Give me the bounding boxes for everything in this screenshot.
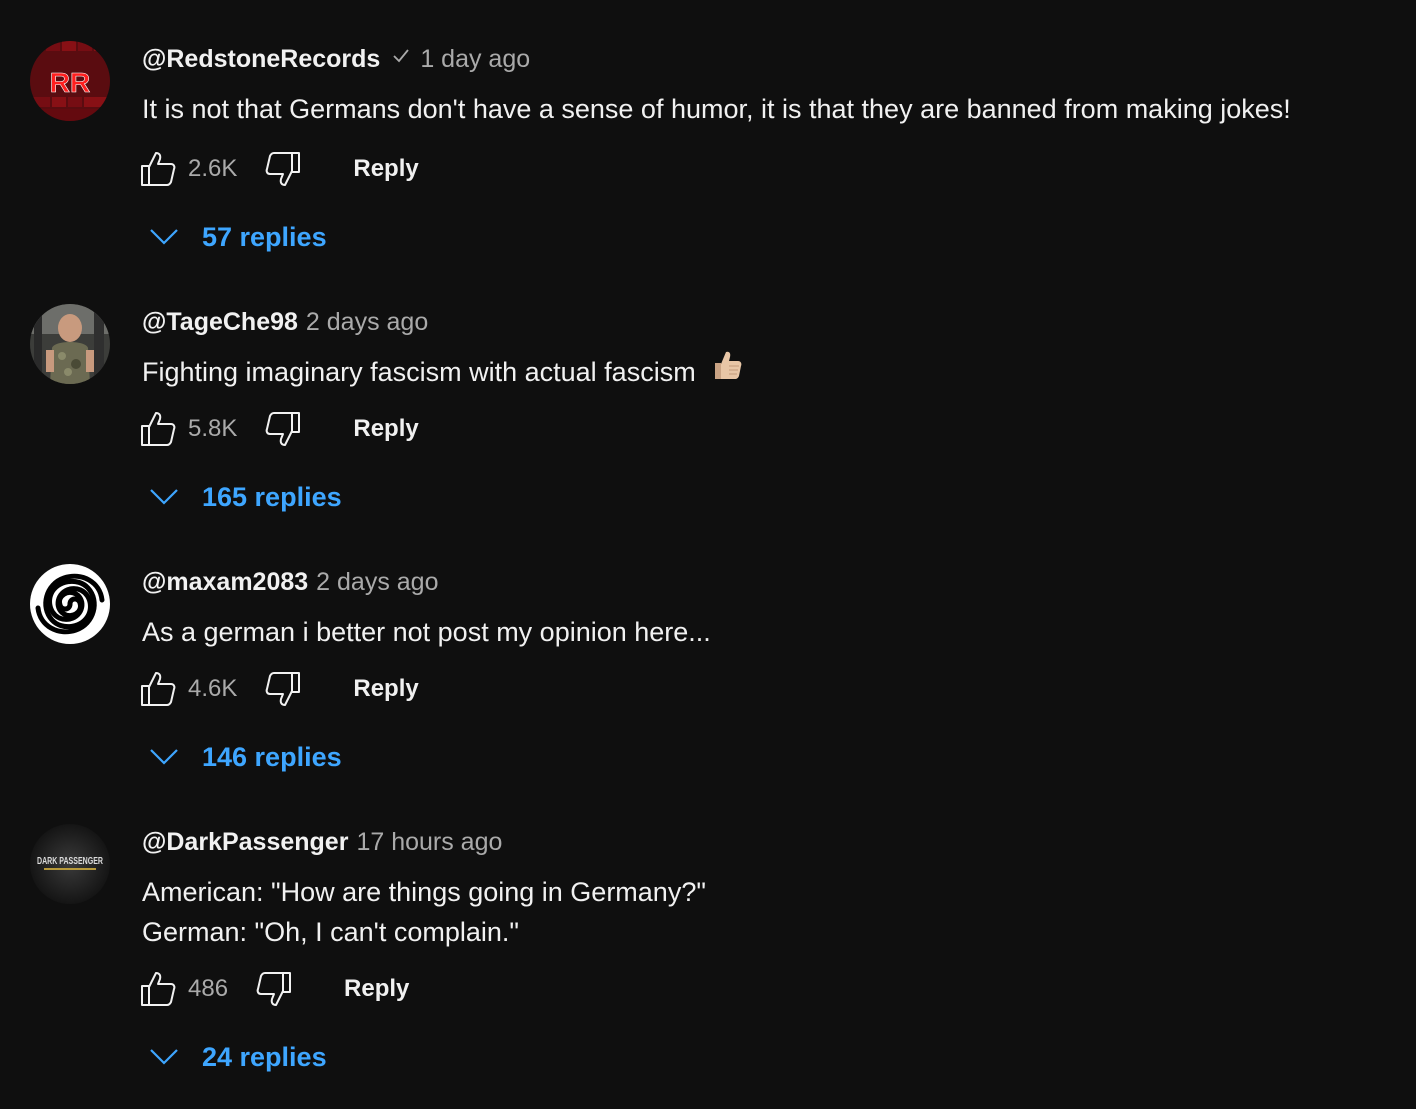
replies-count-label[interactable]: 165 replies [202, 482, 342, 513]
like-count: 2.6K [188, 155, 238, 182]
comments-section: RR @RedstoneRecords 1 day ago It is not … [0, 0, 1416, 1109]
chevron-down-icon [146, 479, 182, 515]
chevron-down-icon [146, 219, 182, 255]
thumbs-up-icon [141, 152, 176, 186]
avatar-label: DARK PASSENGER [37, 856, 104, 867]
chevron-down-icon [146, 739, 182, 775]
view-replies-button[interactable]: 146 replies [146, 735, 342, 779]
reply-button[interactable]: Reply [353, 675, 418, 703]
comment-text: As a german i better not post my opinion… [142, 612, 711, 652]
like-button[interactable] [138, 409, 178, 449]
comment-actions: 2.6K Reply [138, 147, 419, 191]
view-replies-button[interactable]: 165 replies [146, 475, 342, 519]
comment-text-content: Fighting imaginary fascism with actual f… [142, 357, 696, 387]
reply-button[interactable]: Reply [344, 975, 409, 1003]
comment-header: @maxam2083 2 days ago [142, 568, 439, 597]
like-button[interactable] [138, 969, 178, 1009]
thumbs-down-icon [266, 152, 301, 186]
comment-header: @TageChe98 2 days ago [142, 308, 428, 337]
author-name[interactable]: @DarkPassenger [142, 828, 348, 857]
replies-count-label[interactable]: 24 replies [202, 1042, 327, 1073]
thumbs-up-icon [141, 412, 176, 446]
comment-timestamp[interactable]: 17 hours ago [356, 828, 502, 857]
comment-text-line: As a german i better not post my opinion… [142, 617, 711, 647]
comment-text: American: "How are things going in Germa… [142, 872, 706, 952]
thumbs-up-icon [141, 972, 176, 1006]
comment-header: @DarkPassenger 17 hours ago [142, 828, 502, 857]
reply-button[interactable]: Reply [353, 155, 418, 183]
comment-text-line: American: "How are things going in Germa… [142, 877, 706, 907]
thumbs-down-icon [266, 412, 301, 446]
reply-button[interactable]: Reply [353, 415, 418, 443]
replies-count-label[interactable]: 146 replies [202, 742, 342, 773]
comment-timestamp[interactable]: 2 days ago [316, 568, 438, 597]
author-name[interactable]: @TageChe98 [142, 308, 298, 337]
comment-text-line: German: "Oh, I can't complain." [142, 917, 519, 947]
thumbs-down-icon [256, 972, 292, 1006]
comment-text: Fighting imaginary fascism with actual f… [142, 352, 743, 395]
avatar-label: RR [50, 67, 90, 98]
like-count: 5.8K [188, 415, 238, 442]
avatar[interactable]: DARK PASSENGER [30, 824, 110, 904]
avatar[interactable] [30, 564, 110, 644]
thumbs-down-icon [266, 672, 301, 706]
view-replies-button[interactable]: 24 replies [146, 1035, 327, 1079]
dislike-button[interactable] [263, 669, 303, 709]
avatar[interactable] [30, 304, 110, 384]
comment-header: @RedstoneRecords 1 day ago [142, 45, 530, 74]
chevron-down-icon [146, 1039, 182, 1075]
avatar[interactable]: RR [30, 41, 110, 121]
dislike-button[interactable] [254, 969, 294, 1009]
like-button[interactable] [138, 149, 178, 189]
comment-timestamp[interactable]: 2 days ago [306, 308, 428, 337]
like-count: 486 [188, 975, 229, 1002]
comment-text-line: It is not that Germans don't have a sens… [142, 94, 1291, 124]
comment-actions: 486 Reply [138, 967, 409, 1011]
comment-timestamp[interactable]: 1 day ago [420, 45, 530, 74]
comment-text: It is not that Germans don't have a sens… [142, 89, 1291, 129]
checkmark-icon [390, 45, 412, 67]
view-replies-button[interactable]: 57 replies [146, 215, 327, 259]
thumbs-up-icon [141, 672, 176, 706]
like-button[interactable] [138, 669, 178, 709]
thumbs-up-emoji-icon [711, 349, 743, 392]
comment-actions: 4.6K Reply [138, 667, 419, 711]
dislike-button[interactable] [263, 149, 303, 189]
dislike-button[interactable] [263, 409, 303, 449]
author-name[interactable]: @maxam2083 [142, 568, 308, 597]
comment-text-line: Fighting imaginary fascism with actual f… [142, 352, 743, 395]
like-count: 4.6K [188, 675, 238, 702]
author-name[interactable]: @RedstoneRecords [142, 45, 380, 74]
replies-count-label[interactable]: 57 replies [202, 222, 327, 253]
comment-actions: 5.8K Reply [138, 407, 419, 451]
